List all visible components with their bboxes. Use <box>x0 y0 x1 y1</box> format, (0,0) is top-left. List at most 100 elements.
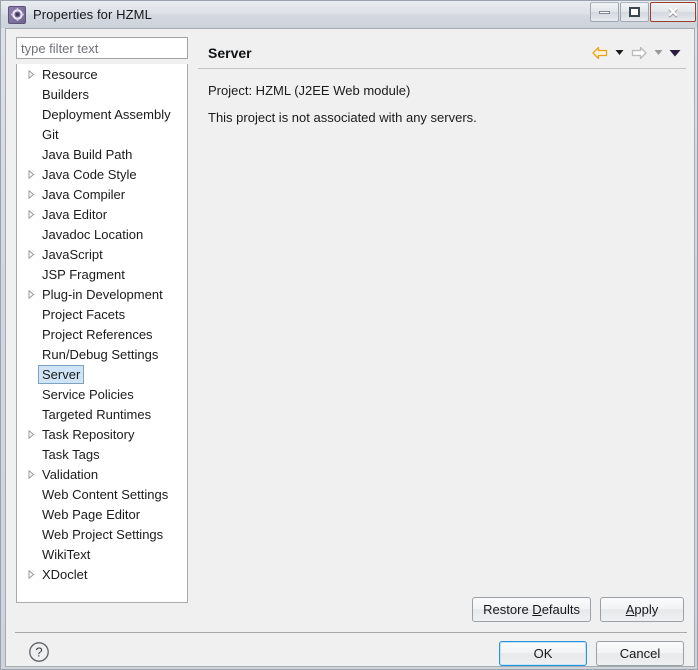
dialog-buttons: OK Cancel <box>499 641 684 666</box>
close-icon: ✕ <box>667 4 679 20</box>
window-title: Properties for HZML <box>33 7 152 22</box>
apply-label: Apply <box>625 602 659 617</box>
tree-item-project-references[interactable]: Project References <box>17 324 187 344</box>
tree-item-plug-in-development[interactable]: Plug-in Development <box>17 284 187 304</box>
filter-input[interactable] <box>16 37 188 59</box>
tree-item-server[interactable]: Server <box>17 364 187 384</box>
project-info-line: Project: HZML (J2EE Web module) <box>208 83 411 98</box>
minimize-button[interactable] <box>590 2 619 22</box>
tree-item-java-code-style[interactable]: Java Code Style <box>17 164 187 184</box>
restore-defaults-button[interactable]: Restore Defaults <box>472 597 591 622</box>
tree-item-label: Javadoc Location <box>42 226 144 242</box>
tree-item-javadoc-location[interactable]: Javadoc Location <box>17 224 187 244</box>
tree-item-label: Deployment Assembly <box>42 106 171 122</box>
tree-item-label: Validation <box>42 466 99 482</box>
tree-item-label: Java Editor <box>42 206 108 222</box>
tree-item-label: Java Build Path <box>42 146 133 162</box>
tree-item-jsp-fragment[interactable]: JSP Fragment <box>17 264 187 284</box>
ok-label: OK <box>533 646 553 661</box>
properties-dialog: Properties for HZML ✕ Resource Builders De… <box>0 0 698 670</box>
title-bar: Properties for HZML ✕ <box>1 1 697 28</box>
tree-item-web-project-settings[interactable]: Web Project Settings <box>17 524 187 544</box>
tree-item-task-tags[interactable]: Task Tags <box>17 444 187 464</box>
tree-item-label: Server <box>38 364 85 384</box>
apply-button[interactable]: Apply <box>600 597 684 622</box>
tree-item-project-facets[interactable]: Project Facets <box>17 304 187 324</box>
expand-arrow-icon[interactable] <box>25 469 38 479</box>
tree-item-label: Task Repository <box>42 426 135 442</box>
minimize-icon <box>599 10 610 14</box>
pane-navigation <box>589 43 682 63</box>
expand-arrow-icon[interactable] <box>25 289 38 299</box>
ok-button[interactable]: OK <box>499 641 587 666</box>
tree-item-xdoclet[interactable]: XDoclet <box>17 564 187 584</box>
pane-action-buttons: Restore Defaults Apply <box>472 597 684 622</box>
tree-item-label: Builders <box>42 86 89 102</box>
tree-item-service-policies[interactable]: Service Policies <box>17 384 187 404</box>
forward-dropdown-icon <box>651 43 666 63</box>
tree-item-label: Java Code Style <box>42 166 137 182</box>
back-arrow-icon[interactable] <box>589 43 611 63</box>
dialog-body: Resource Builders Deployment Assembly Git Ja… <box>5 28 695 667</box>
expand-arrow-icon[interactable] <box>25 189 38 199</box>
cancel-label: Cancel <box>619 646 661 661</box>
tree-item-label: Web Project Settings <box>42 526 164 542</box>
svg-text:?: ? <box>35 645 42 660</box>
window-controls: ✕ <box>589 2 696 22</box>
tree-item-label: Project Facets <box>42 306 126 322</box>
close-button[interactable]: ✕ <box>650 2 696 22</box>
tree-item-run-debug-settings[interactable]: Run/Debug Settings <box>17 344 187 364</box>
tree-item-label: JavaScript <box>42 246 103 262</box>
back-dropdown-icon[interactable] <box>612 43 627 63</box>
tree-item-label: Task Tags <box>42 446 100 462</box>
tree-item-label: Service Policies <box>42 386 134 402</box>
tree-item-label: Web Content Settings <box>42 486 169 502</box>
tree-item-validation[interactable]: Validation <box>17 464 187 484</box>
tree-item-web-page-editor[interactable]: Web Page Editor <box>17 504 187 524</box>
tree-item-javascript[interactable]: JavaScript <box>17 244 187 264</box>
tree-item-targeted-runtimes[interactable]: Targeted Runtimes <box>17 404 187 424</box>
restore-defaults-label: Restore Defaults <box>483 602 580 617</box>
tree-item-deployment-assembly[interactable]: Deployment Assembly <box>17 104 187 124</box>
tree-item-label: WikiText <box>42 546 91 562</box>
tree-item-label: Java Compiler <box>42 186 126 202</box>
gear-icon <box>8 5 26 24</box>
tree-item-java-build-path[interactable]: Java Build Path <box>17 144 187 164</box>
tree-item-label: Targeted Runtimes <box>42 406 152 422</box>
cancel-button[interactable]: Cancel <box>596 641 684 666</box>
expand-arrow-icon[interactable] <box>25 249 38 259</box>
tree-item-label: Git <box>42 126 59 142</box>
bottom-divider <box>15 632 687 633</box>
tree-item-git[interactable]: Git <box>17 124 187 144</box>
tree-item-label: Plug-in Development <box>42 286 163 302</box>
maximize-button[interactable] <box>620 2 649 22</box>
tree-item-builders[interactable]: Builders <box>17 84 187 104</box>
expand-arrow-icon[interactable] <box>25 169 38 179</box>
help-icon[interactable]: ? <box>28 641 52 665</box>
tree-item-web-content-settings[interactable]: Web Content Settings <box>17 484 187 504</box>
forward-arrow-icon <box>628 43 650 63</box>
tree-item-java-editor[interactable]: Java Editor <box>17 204 187 224</box>
pane-header: Server <box>198 37 686 69</box>
expand-arrow-icon[interactable] <box>25 69 38 79</box>
page-title: Server <box>208 44 252 61</box>
tree-item-task-repository[interactable]: Task Repository <box>17 424 187 444</box>
maximize-icon <box>629 7 640 17</box>
settings-pane: Server Project: HZML (J2EE Web module) T… <box>198 37 686 603</box>
pane-content: Project: HZML (J2EE Web module) This pro… <box>198 69 686 125</box>
tree-item-label: JSP Fragment <box>42 266 125 282</box>
tree-item-wikitext[interactable]: WikiText <box>17 544 187 564</box>
tree-item-label: Web Page Editor <box>42 506 141 522</box>
settings-tree[interactable]: Resource Builders Deployment Assembly Git Ja… <box>16 64 188 603</box>
tree-item-label: XDoclet <box>42 566 88 582</box>
server-association-line: This project is not associated with any … <box>208 110 477 125</box>
expand-arrow-icon[interactable] <box>25 569 38 579</box>
expand-arrow-icon[interactable] <box>25 209 38 219</box>
tree-item-label: Project References <box>42 326 153 342</box>
expand-arrow-icon[interactable] <box>25 429 38 439</box>
tree-item-java-compiler[interactable]: Java Compiler <box>17 184 187 204</box>
tree-item-resource[interactable]: Resource <box>17 64 187 84</box>
tree-item-label: Resource <box>42 66 98 82</box>
tree-item-label: Run/Debug Settings <box>42 346 159 362</box>
view-menu-icon[interactable] <box>667 43 682 63</box>
